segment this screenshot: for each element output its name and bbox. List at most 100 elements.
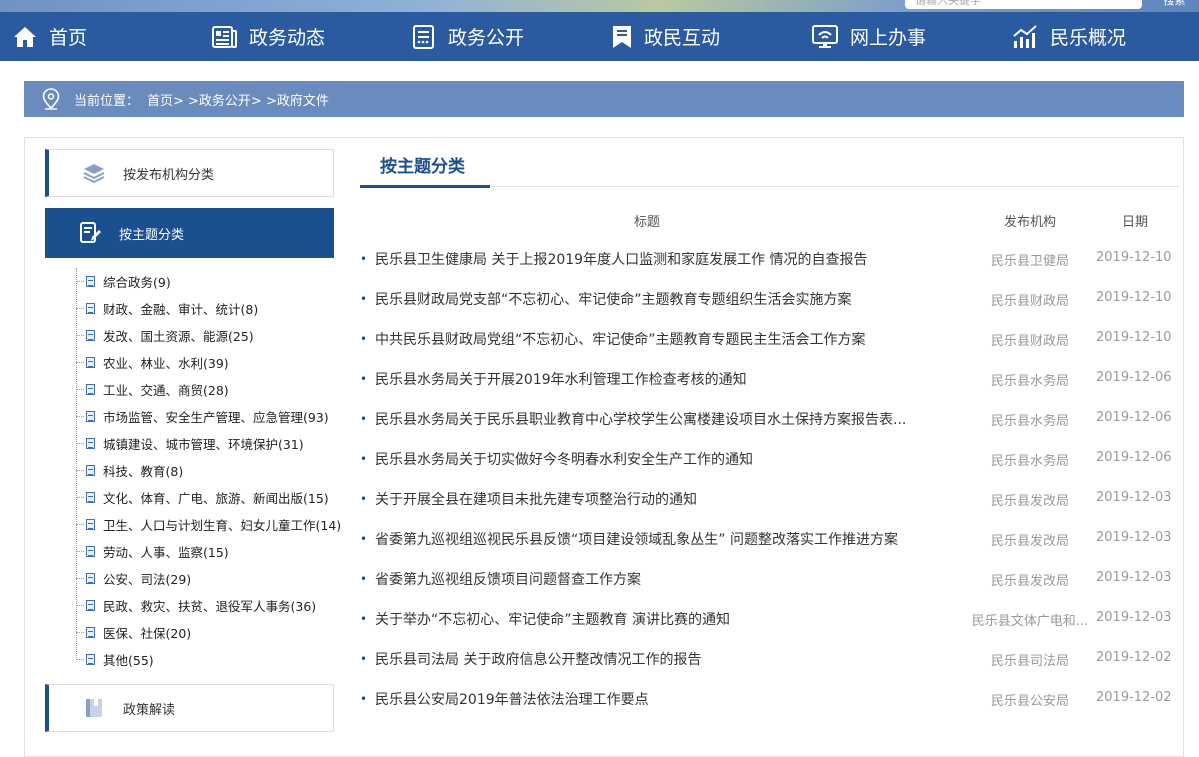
topic-item[interactable]: 农业、林业、水利(39) (76, 349, 229, 376)
topic-item[interactable]: 文化、体育、广电、旅游、新闻出版(15) (76, 484, 329, 511)
document-icon (86, 465, 95, 476)
document-icon (86, 384, 95, 395)
column-header-date: 日期 (1122, 215, 1149, 230)
nav-label: 政务动态 (249, 27, 326, 49)
document-row: • 民乐县水务局关于开展2019年水利管理工作检查考核的通知 民乐县水务局 2019-… (360, 360, 1180, 400)
document-title-link[interactable]: 关于开展全县在建项目未批先建专项整治行动的通知 (375, 489, 950, 509)
tab-by-topic[interactable]: 按主题分类 (45, 208, 334, 258)
book-icon (83, 697, 123, 719)
document-org: 民乐县卫健局 (990, 254, 1069, 269)
document-row: • 关于举办“不忘初心、牢记使命”主题教育 演讲比赛的通知 民乐县文体广电和... 2… (360, 600, 1180, 640)
topic-item[interactable]: 工业、交通、商贸(28) (76, 376, 229, 403)
document-title-link[interactable]: 民乐县财政局党支部“不忘初心、牢记使命”主题教育专题组织生活会实施方案 (375, 289, 950, 309)
document-org: 民乐县水务局 (990, 374, 1069, 389)
topic-item[interactable]: 劳动、人事、监察(15) (76, 538, 229, 565)
topic-item[interactable]: 城镇建设、城市管理、环境保护(31) (76, 430, 304, 457)
home-icon (14, 26, 36, 47)
document-row: • 中共民乐县财政局党组“不忘初心、牢记使命”主题教育专题民主生活会工作方案 民乐县… (360, 320, 1180, 360)
document-date: 2019-12-03 (1096, 530, 1172, 545)
topic-item[interactable]: 公安、司法(29) (76, 565, 191, 592)
nav-item-overview[interactable]: 民乐概况 (1012, 12, 1126, 61)
document-row: • 省委第九巡视组巡视民乐县反馈“项目建设领域乱象丛生” 问题整改落实工作推进方案… (360, 520, 1180, 560)
monitor-icon (812, 24, 838, 48)
document-row: • 关于开展全县在建项目未批先建专项整治行动的通知 民乐县发改局 2019-12-03 (360, 480, 1180, 520)
bullet-icon: • (360, 492, 368, 506)
topic-item[interactable]: 财政、金融、审计、统计(8) (76, 295, 258, 322)
document-org: 民乐县水务局 (990, 454, 1069, 469)
document-icon (86, 276, 95, 287)
document-title-link[interactable]: 省委第九巡视组反馈项目问题督查工作方案 (375, 569, 950, 589)
chart-icon (1013, 24, 1037, 48)
document-title-link[interactable]: 民乐县卫生健康局 关于上报2019年度人口监测和家庭发展工作 情况的自查报告 (375, 249, 950, 269)
document-title-link[interactable]: 中共民乐县财政局党组“不忘初心、牢记使命”主题教育专题民主生活会工作方案 (375, 329, 950, 349)
section-title: 按主题分类 (380, 157, 465, 177)
topic-item[interactable]: 其他(55) (76, 646, 154, 673)
bullet-icon: • (360, 252, 368, 266)
document-date: 2019-12-03 (1096, 610, 1172, 625)
topic-item[interactable]: 市场监管、安全生产管理、应急管理(93) (76, 403, 329, 430)
nav-label: 网上办事 (850, 27, 927, 49)
edit-document-icon (79, 222, 119, 244)
document-org: 民乐县财政局 (990, 294, 1069, 309)
bullet-icon: • (360, 452, 368, 466)
tab-label: 政策解读 (123, 702, 176, 718)
document-row: • 民乐县卫生健康局 关于上报2019年度人口监测和家庭发展工作 情况的自查报告 民… (360, 240, 1180, 280)
topic-item[interactable]: 卫生、人口与计划生育、妇女儿童工作(14) (76, 511, 341, 538)
topic-item[interactable]: 医保、社保(20) (76, 619, 191, 646)
document-date: 2019-12-02 (1096, 650, 1172, 665)
breadcrumb-path[interactable]: 首页> >政务公开> >政府文件 (147, 90, 329, 109)
document-org: 民乐县公安局 (990, 694, 1069, 709)
topic-item[interactable]: 综合政务(9) (76, 268, 171, 295)
document-title-link[interactable]: 民乐县水务局关于开展2019年水利管理工作检查考核的通知 (375, 369, 950, 389)
bullet-icon: • (360, 332, 368, 346)
nav-item-news[interactable]: 政务动态 (212, 12, 325, 61)
document-list-icon (413, 24, 434, 49)
tab-by-organization[interactable]: 按发布机构分类 (45, 149, 334, 197)
document-org: 民乐县司法局 (990, 654, 1069, 669)
document-row: • 民乐县水务局关于民乐县职业教育中心学校学生公寓楼建设项目水土保持方案报告表..… (360, 400, 1180, 440)
document-row: • 民乐县公安局2019年普法依法治理工作要点 民乐县公安局 2019-12-02 (360, 680, 1180, 720)
document-icon (86, 546, 95, 557)
topic-item[interactable]: 民政、救灾、扶贫、退役军人事务(36) (76, 592, 316, 619)
bullet-icon: • (360, 652, 368, 666)
document-date: 2019-12-06 (1096, 410, 1172, 425)
search-input[interactable]: 请输入关键字 (905, 0, 1142, 9)
topic-item[interactable]: 科技、教育(8) (76, 457, 183, 484)
document-row: • 民乐县水务局关于切实做好今冬明春水利安全生产工作的通知 民乐县水务局 2019-1… (360, 440, 1180, 480)
document-title-link[interactable]: 民乐县司法局 关于政府信息公开整改情况工作的报告 (375, 649, 950, 669)
document-icon (86, 303, 95, 314)
document-title-link[interactable]: 民乐县公安局2019年普法依法治理工作要点 (375, 689, 950, 709)
bullet-icon: • (360, 292, 368, 306)
bullet-icon: • (360, 412, 368, 426)
document-org: 民乐县文体广电和... (971, 614, 1089, 629)
breadcrumb: 当前位置： 首页> >政务公开> >政府文件 (24, 81, 1184, 117)
document-org: 民乐县发改局 (990, 534, 1069, 549)
document-icon (86, 654, 95, 665)
breadcrumb-prefix: 当前位置： (74, 93, 140, 109)
document-row: • 民乐县司法局 关于政府信息公开整改情况工作的报告 民乐县司法局 2019-12-0… (360, 640, 1180, 680)
document-title-link[interactable]: 民乐县水务局关于民乐县职业教育中心学校学生公寓楼建设项目水土保持方案报告表... (375, 409, 950, 429)
nav-label: 首页 (49, 27, 88, 49)
search-button[interactable]: 搜索 (1150, 0, 1199, 9)
news-icon (212, 25, 237, 48)
bullet-icon: • (360, 532, 368, 546)
document-date: 2019-12-03 (1096, 570, 1172, 585)
document-row: • 民乐县财政局党支部“不忘初心、牢记使命”主题教育专题组织生活会实施方案 民乐县财… (360, 280, 1180, 320)
nav-label: 民乐概况 (1050, 27, 1127, 49)
document-icon (86, 330, 95, 341)
nav-item-public[interactable]: 政务公开 (412, 12, 524, 61)
document-date: 2019-12-02 (1096, 690, 1172, 705)
document-icon (86, 519, 95, 530)
nav-item-home[interactable]: 首页 (13, 12, 87, 61)
column-header-title: 标题 (634, 215, 661, 230)
document-title-link[interactable]: 省委第九巡视组巡视民乐县反馈“项目建设领域乱象丛生” 问题整改落实工作推进方案 (375, 529, 950, 549)
topic-item[interactable]: 发改、国土资源、能源(25) (76, 322, 254, 349)
document-icon (86, 600, 95, 611)
document-title-link[interactable]: 关于举办“不忘初心、牢记使命”主题教育 演讲比赛的通知 (375, 609, 950, 629)
tab-policy-interpretation[interactable]: 政策解读 (45, 684, 334, 732)
nav-item-online-service[interactable]: 网上办事 (812, 12, 926, 61)
document-org: 民乐县发改局 (990, 494, 1069, 509)
document-title-link[interactable]: 民乐县水务局关于切实做好今冬明春水利安全生产工作的通知 (375, 449, 950, 469)
nav-item-interaction[interactable]: 政民互动 (612, 12, 720, 61)
topic-tree: 综合政务(9) 财政、金融、审计、统计(8) 发改、国土资源、能源(25) 农业… (76, 268, 346, 678)
